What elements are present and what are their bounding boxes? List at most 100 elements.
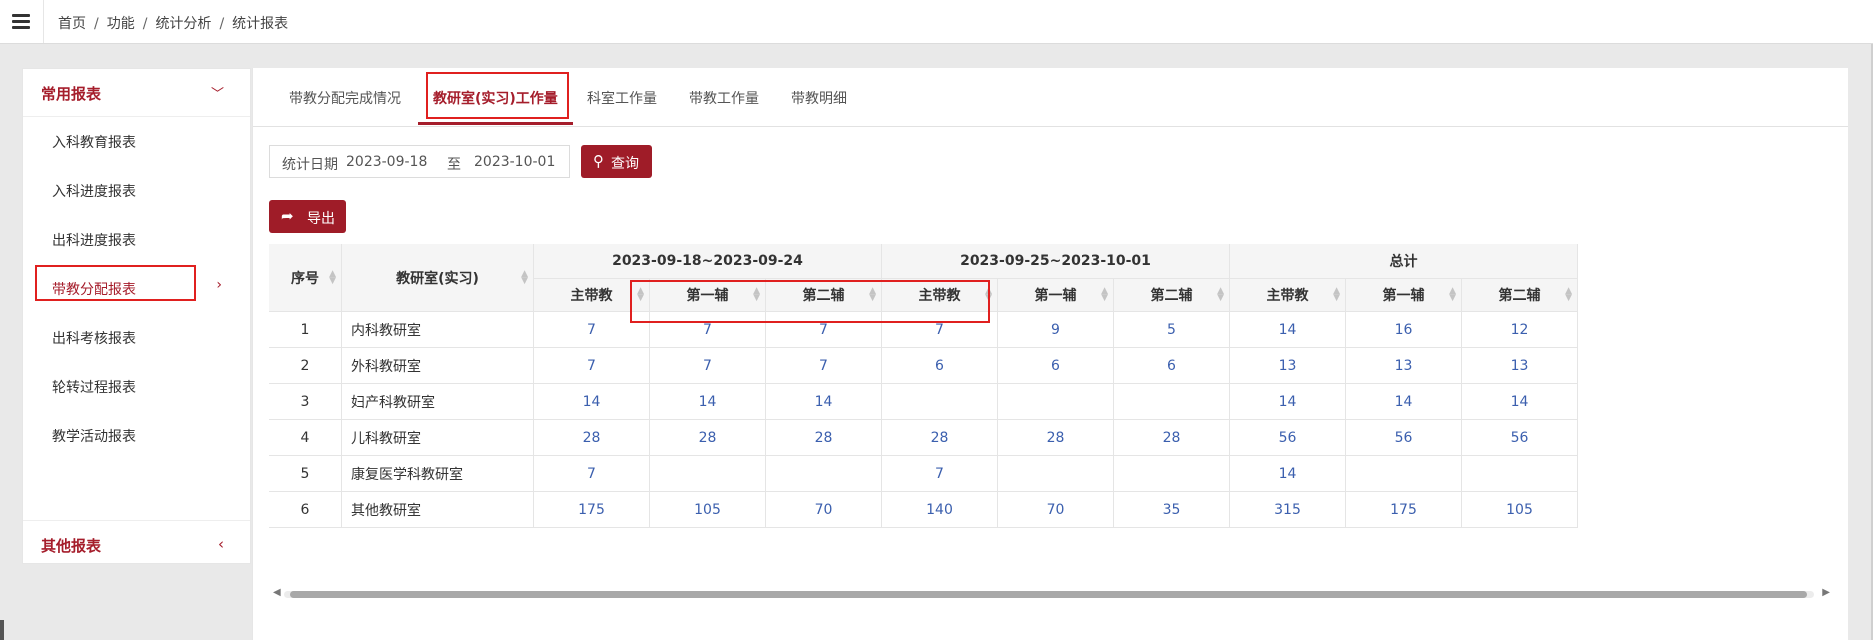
- table-cell-value[interactable]: 56: [1346, 420, 1462, 456]
- sidebar-item-exit-progress[interactable]: 出科进度报表: [23, 214, 250, 263]
- table-cell-value: [1462, 456, 1578, 492]
- column-header-index[interactable]: 序号 ▲ ▼: [269, 244, 342, 312]
- table-cell-value[interactable]: 105: [650, 492, 766, 528]
- table-cell-value[interactable]: 14: [1462, 384, 1578, 420]
- sort-icon[interactable]: ▲ ▼: [1101, 287, 1108, 303]
- breadcrumb-function[interactable]: 功能: [107, 16, 135, 32]
- scroll-left-arrow-icon[interactable]: ◀: [273, 587, 281, 598]
- table-cell-value[interactable]: 13: [1230, 348, 1346, 384]
- table-cell-value[interactable]: 12: [1462, 312, 1578, 348]
- table-cell-value[interactable]: 175: [1346, 492, 1462, 528]
- table-cell-value[interactable]: 56: [1230, 420, 1346, 456]
- horizontal-scrollbar[interactable]: ◀ ▶: [269, 587, 1832, 601]
- start-date-input[interactable]: 2023-09-18: [346, 154, 427, 170]
- table-cell-value[interactable]: 16: [1346, 312, 1462, 348]
- end-date-input[interactable]: 2023-10-01: [474, 154, 555, 170]
- highlight-box: [630, 280, 990, 323]
- scroll-right-arrow-icon[interactable]: ▶: [1822, 587, 1830, 598]
- table-cell-value[interactable]: 14: [1230, 456, 1346, 492]
- sidebar-group-other[interactable]: 其他报表 ‹: [23, 520, 250, 568]
- sidebar: 常用报表 ﹀ 入科教育报表 入科进度报表 出科进度报表 带教分配报表 › 出科考…: [22, 68, 251, 564]
- highlight-box: [426, 72, 569, 119]
- sort-icon[interactable]: ▲ ▼: [1217, 287, 1224, 303]
- export-button[interactable]: ➦ 导出: [269, 200, 346, 233]
- sort-icon[interactable]: ▲ ▼: [1449, 287, 1456, 303]
- table-cell-dept: 其他教研室: [342, 492, 534, 528]
- table-cell-value[interactable]: 14: [1346, 384, 1462, 420]
- table-cell-value[interactable]: 70: [766, 492, 882, 528]
- tab-bar: 带教分配完成情况 教研室(实习)工作量 科室工作量 带教工作量 带教明细: [253, 68, 1848, 127]
- table-cell-value[interactable]: 6: [998, 348, 1114, 384]
- sort-icon[interactable]: ▲ ▼: [1565, 287, 1572, 303]
- column-group-header: 2023-09-18~2023-09-24: [534, 244, 882, 279]
- table-cell-value[interactable]: 14: [1230, 384, 1346, 420]
- table-cell-value[interactable]: 28: [882, 420, 998, 456]
- tab-teaching-details[interactable]: 带教明细: [791, 88, 847, 108]
- table-cell-value[interactable]: 70: [998, 492, 1114, 528]
- table-cell-value[interactable]: 13: [1462, 348, 1578, 384]
- table-cell-value[interactable]: 6: [882, 348, 998, 384]
- table-cell-value[interactable]: 28: [650, 420, 766, 456]
- table-cell-value[interactable]: 9: [998, 312, 1114, 348]
- table-cell-value[interactable]: 14: [1230, 312, 1346, 348]
- breadcrumb-home[interactable]: 首页: [58, 16, 86, 32]
- search-icon: ⚲: [593, 152, 604, 170]
- sidebar-item-teaching-activity[interactable]: 教学活动报表: [23, 410, 250, 459]
- tab-allocation-completion[interactable]: 带教分配完成情况: [289, 88, 401, 108]
- table-cell-value[interactable]: 14: [766, 384, 882, 420]
- table-cell-value[interactable]: 28: [534, 420, 650, 456]
- table-cell-index: 2: [269, 348, 342, 384]
- scrollbar-thumb[interactable]: [290, 591, 1807, 598]
- table-cell-value[interactable]: 7: [650, 348, 766, 384]
- column-header-sub[interactable]: 第一辅 ▲ ▼: [998, 279, 1114, 312]
- tab-section-workload[interactable]: 科室工作量: [587, 88, 657, 108]
- table-cell-value[interactable]: 56: [1462, 420, 1578, 456]
- sidebar-item-rotation-process[interactable]: 轮转过程报表: [23, 361, 250, 410]
- tab-teaching-workload[interactable]: 带教工作量: [689, 88, 759, 108]
- column-header-dept[interactable]: 教研室(实习) ▲ ▼: [342, 244, 534, 312]
- table-cell-value[interactable]: 315: [1230, 492, 1346, 528]
- hamburger-menu-icon[interactable]: [0, 0, 44, 43]
- table-cell-value[interactable]: 5: [1114, 312, 1230, 348]
- query-button[interactable]: ⚲ 查询: [581, 145, 652, 178]
- sidebar-group-label: 常用报表: [41, 85, 102, 103]
- table-cell-value[interactable]: 140: [882, 492, 998, 528]
- breadcrumb-statistics[interactable]: 统计分析: [155, 16, 211, 32]
- sidebar-group-label: 其他报表: [41, 537, 102, 555]
- sidebar-item-teaching-allocation[interactable]: 带教分配报表 ›: [23, 263, 250, 312]
- table-cell-value: [998, 456, 1114, 492]
- table-cell-value[interactable]: 175: [534, 492, 650, 528]
- column-header-sub[interactable]: 主带教 ▲ ▼: [1230, 279, 1346, 312]
- table-cell-value[interactable]: 6: [1114, 348, 1230, 384]
- table-cell-value[interactable]: 7: [882, 456, 998, 492]
- breadcrumb-current: 统计报表: [232, 16, 289, 32]
- sidebar-item-entry-education[interactable]: 入科教育报表: [23, 116, 250, 165]
- sidebar-item-entry-progress[interactable]: 入科进度报表: [23, 165, 250, 214]
- column-header-sub[interactable]: 第二辅 ▲ ▼: [1462, 279, 1578, 312]
- table-cell-index: 5: [269, 456, 342, 492]
- main-panel: 带教分配完成情况 教研室(实习)工作量 科室工作量 带教工作量 带教明细 统计日…: [252, 68, 1848, 640]
- table-cell-value[interactable]: 7: [534, 348, 650, 384]
- column-group-header: 总计: [1230, 244, 1578, 279]
- table-cell-value[interactable]: 13: [1346, 348, 1462, 384]
- table-cell-value[interactable]: 35: [1114, 492, 1230, 528]
- column-header-sub[interactable]: 第二辅 ▲ ▼: [1114, 279, 1230, 312]
- sort-icon[interactable]: ▲ ▼: [329, 269, 336, 285]
- column-header-sub[interactable]: 第一辅 ▲ ▼: [1346, 279, 1462, 312]
- table-cell-value[interactable]: 7: [766, 348, 882, 384]
- table-cell-value: [882, 384, 998, 420]
- table-cell-value[interactable]: 105: [1462, 492, 1578, 528]
- table-cell-value[interactable]: 14: [534, 384, 650, 420]
- sidebar-item-exit-assessment[interactable]: 出科考核报表: [23, 312, 250, 361]
- table-cell-value[interactable]: 28: [998, 420, 1114, 456]
- sort-icon[interactable]: ▲ ▼: [1333, 287, 1340, 303]
- table-cell-value[interactable]: 7: [534, 456, 650, 492]
- date-range-field[interactable]: 统计日期 2023-09-18 至 2023-10-01: [269, 145, 570, 178]
- table-cell-dept: 康复医学科教研室: [342, 456, 534, 492]
- sort-icon[interactable]: ▲ ▼: [521, 269, 528, 285]
- table-cell-dept: 妇产科教研室: [342, 384, 534, 420]
- table-cell-value[interactable]: 28: [1114, 420, 1230, 456]
- sidebar-group-common[interactable]: 常用报表 ﹀: [23, 69, 250, 117]
- table-cell-value[interactable]: 14: [650, 384, 766, 420]
- table-cell-value[interactable]: 28: [766, 420, 882, 456]
